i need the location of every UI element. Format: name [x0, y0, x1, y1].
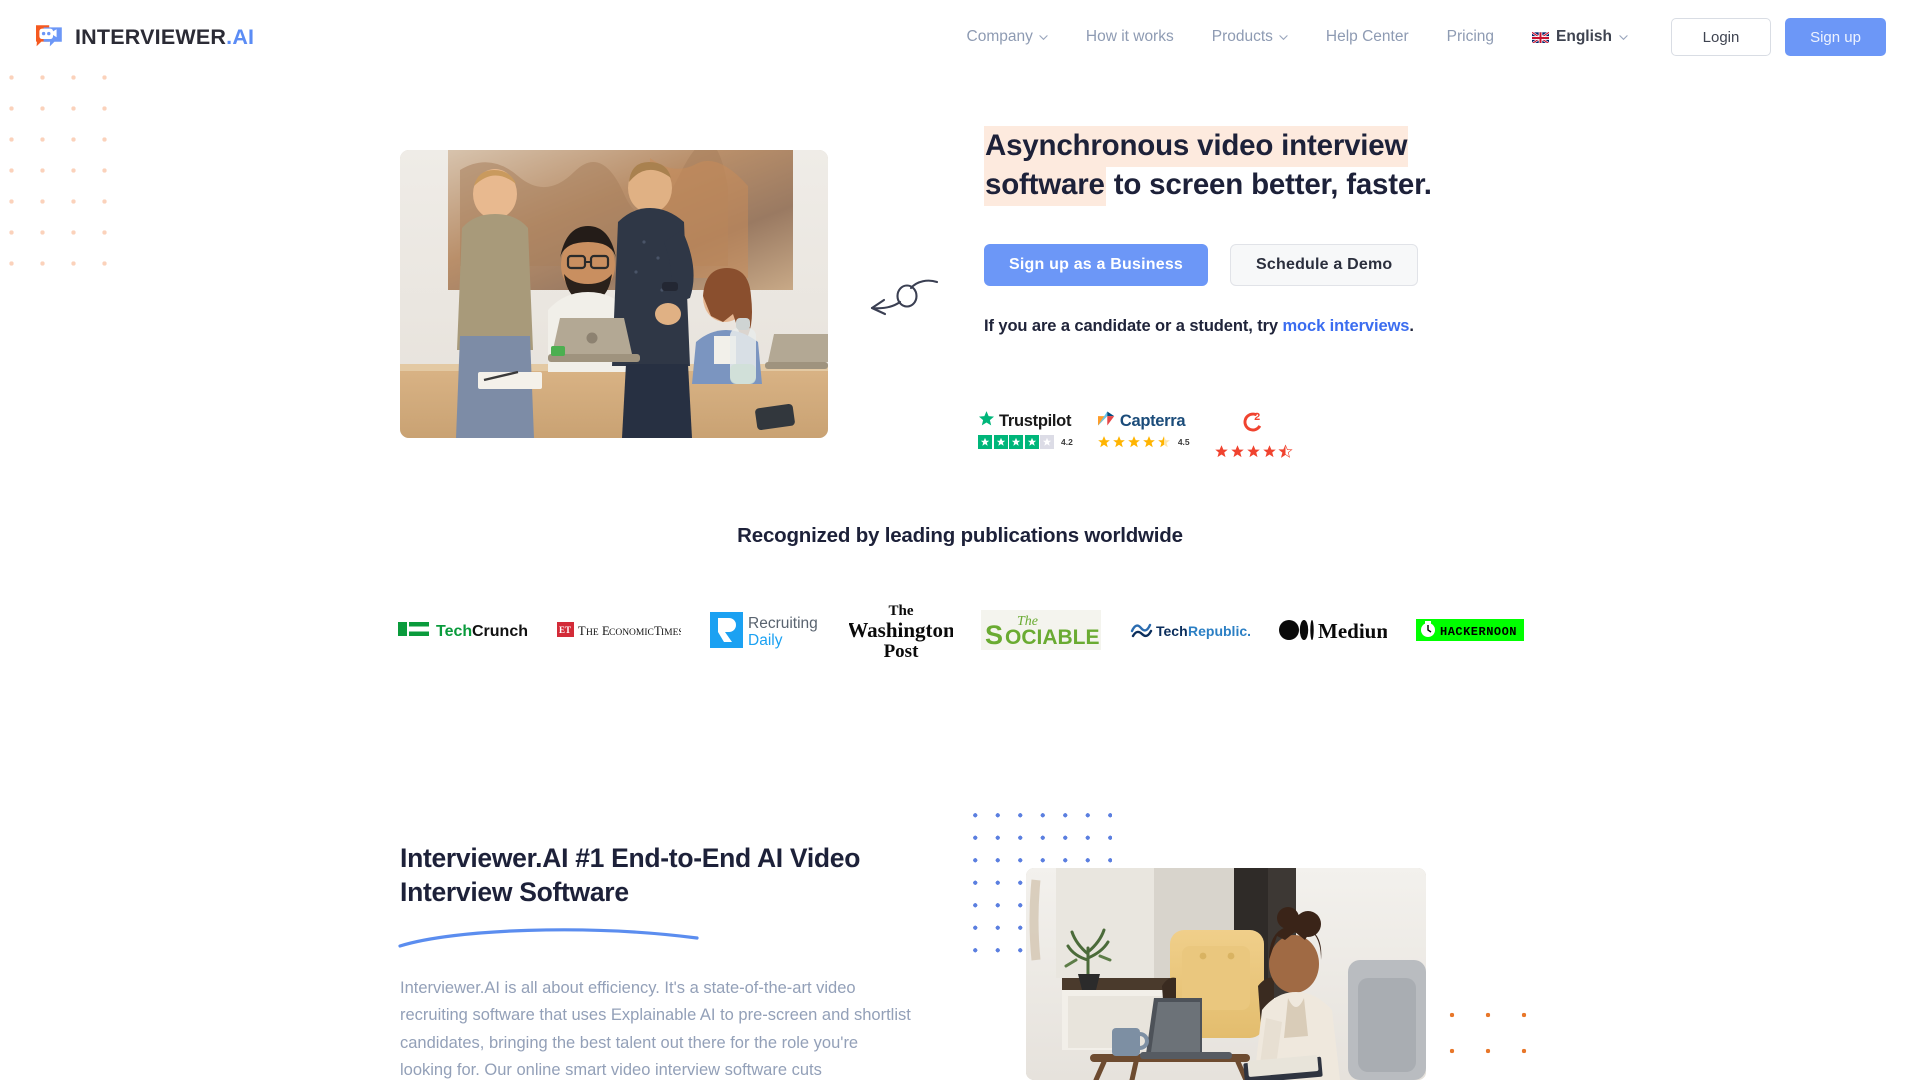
- schedule-demo-button[interactable]: Schedule a Demo: [1230, 244, 1419, 287]
- review-badges: Trustpilot 4.2 Capterra 4.5: [978, 410, 1293, 459]
- blue-swoosh-underline: [398, 925, 700, 949]
- recruiting-daily-logo: Recruiting Daily: [709, 609, 820, 651]
- signup-button[interactable]: Sign up: [1785, 18, 1886, 56]
- svg-text:S: S: [985, 620, 1003, 650]
- section-two-body: Interviewer.AI is all about efficiency. …: [400, 979, 911, 1080]
- trustpilot-rating: 4.2: [978, 435, 1073, 449]
- star-box: [1024, 435, 1039, 449]
- nav-item-pricing[interactable]: Pricing: [1428, 17, 1513, 57]
- mock-interviews-link[interactable]: mock interviews: [1282, 317, 1409, 335]
- language-label: English: [1556, 28, 1612, 45]
- capterra-score: 4.5: [1177, 437, 1190, 447]
- svg-text:Medium: Medium: [1318, 619, 1387, 643]
- peach-dot-pattern: [0, 58, 120, 288]
- svg-text:T: T: [578, 624, 586, 638]
- svg-text:OCIABLE: OCIABLE: [1005, 626, 1100, 649]
- signup-business-button[interactable]: Sign up as a Business: [984, 244, 1209, 287]
- trustpilot-stars: [978, 435, 1054, 449]
- svg-text:Tech: Tech: [436, 623, 472, 640]
- g2-badge[interactable]: [1214, 410, 1293, 459]
- nav-item-company[interactable]: Company: [948, 17, 1067, 57]
- hero-team-photo: [400, 150, 828, 438]
- capterra-rating: 4.5: [1097, 435, 1190, 449]
- svg-text:Recruiting: Recruiting: [748, 615, 818, 632]
- svg-text:The: The: [888, 603, 913, 619]
- g2-stars: [1214, 444, 1293, 459]
- chat-bubble-video-icon: [34, 22, 64, 52]
- svg-text:Crunch: Crunch: [472, 623, 528, 640]
- chevron-down-icon: [1279, 33, 1288, 42]
- svg-text:HE: HE: [586, 628, 599, 638]
- capterra-badge[interactable]: Capterra 4.5: [1097, 410, 1190, 449]
- g2-logo-icon: [1241, 410, 1265, 439]
- svg-text:Washington: Washington: [849, 618, 953, 642]
- nav-label: Pricing: [1446, 28, 1495, 45]
- nav-item-how-it-works[interactable]: How it works: [1067, 17, 1193, 57]
- logo-text-accent: .AI: [226, 24, 255, 49]
- section-two-title: Interviewer.AI #1 End-to-End AI Video In…: [400, 843, 861, 907]
- star-box: [1009, 435, 1023, 449]
- nav-label: Products: [1211, 28, 1273, 45]
- headline-rest: to screen better, faster.: [1105, 167, 1432, 201]
- svg-text:Republic.: Republic.: [1188, 623, 1250, 639]
- star-box-empty: [1040, 435, 1054, 449]
- capterra-header: Capterra: [1097, 410, 1186, 432]
- curly-arrow-left-icon: [864, 276, 939, 318]
- trustpilot-badge[interactable]: Trustpilot 4.2: [978, 410, 1073, 449]
- trustpilot-score: 4.2: [1061, 437, 1073, 447]
- nav-label: Company: [966, 28, 1033, 45]
- washington-post-logo: The Washington Post: [849, 599, 953, 661]
- sociable-logo: The S OCIABLE: [981, 610, 1102, 650]
- logo[interactable]: INTERVIEWER.AI: [34, 22, 254, 52]
- chevron-down-icon: [1039, 33, 1048, 42]
- svg-text:Daily: Daily: [748, 632, 783, 649]
- publication-logos: Tech Crunch ET T HE E CONOMIC T IMES Rec…: [398, 590, 1524, 670]
- uk-flag-icon: [1532, 31, 1550, 43]
- techrepublic-logo: Tech Republic.: [1130, 617, 1250, 643]
- capterra-logo-icon: [1097, 410, 1116, 432]
- economic-times-logo: ET T HE E CONOMIC T IMES: [556, 619, 681, 641]
- logo-text-main: INTERVIEWER: [75, 24, 227, 49]
- page-title: Asynchronous video interview software to…: [984, 126, 1504, 206]
- star-box: [993, 435, 1008, 449]
- capterra-label: Capterra: [1119, 411, 1186, 430]
- g2-rating: [1214, 444, 1293, 459]
- candidate-note-suffix: .: [1409, 317, 1414, 336]
- publications-title: Recognized by leading publications world…: [737, 524, 1183, 547]
- cta-row: Sign up as a Business Schedule a Demo: [984, 244, 1504, 287]
- orange-dot-pattern: [1432, 995, 1527, 1080]
- nav-label: How it works: [1085, 28, 1174, 45]
- svg-text:ET: ET: [559, 625, 571, 635]
- landing-page: INTERVIEWER.AI Company How it works Prod…: [0, 0, 1920, 1080]
- nav-label: Help Center: [1325, 28, 1409, 45]
- section-two-photo: [1026, 868, 1426, 1080]
- nav-item-help-center[interactable]: Help Center: [1307, 17, 1428, 57]
- svg-text:CONOMIC: CONOMIC: [609, 628, 654, 638]
- capterra-stars: [1097, 435, 1171, 449]
- logo-wordmark: INTERVIEWER.AI: [75, 25, 254, 50]
- svg-text:HACKERNOON: HACKERNOON: [1440, 625, 1517, 639]
- svg-text:IMES: IMES: [661, 628, 681, 638]
- main-navigation: Company How it works Products Help Cente…: [948, 17, 1886, 57]
- hackernoon-logo: HACKERNOON: [1415, 619, 1524, 641]
- star-box: [978, 435, 992, 449]
- trustpilot-header: Trustpilot: [978, 410, 1071, 432]
- site-header: INTERVIEWER.AI Company How it works Prod…: [0, 0, 1920, 74]
- trustpilot-label: Trustpilot: [999, 411, 1072, 430]
- candidate-note-prefix: If you are a candidate or a student, try: [984, 317, 1283, 336]
- trustpilot-star-icon: [978, 410, 995, 432]
- hero-content: Asynchronous video interview software to…: [984, 126, 1504, 336]
- login-button[interactable]: Login: [1671, 18, 1771, 56]
- chevron-down-icon: [1619, 33, 1628, 42]
- language-selector[interactable]: English: [1513, 17, 1647, 57]
- svg-text:Tech: Tech: [1156, 623, 1188, 639]
- nav-item-products[interactable]: Products: [1193, 17, 1307, 57]
- svg-text:Post: Post: [883, 641, 919, 661]
- medium-logo: Medium: [1279, 617, 1387, 643]
- techcrunch-logo: Tech Crunch: [398, 617, 528, 643]
- candidate-note: If you are a candidate or a student, try…: [984, 317, 1504, 336]
- g2-header: [1241, 410, 1265, 439]
